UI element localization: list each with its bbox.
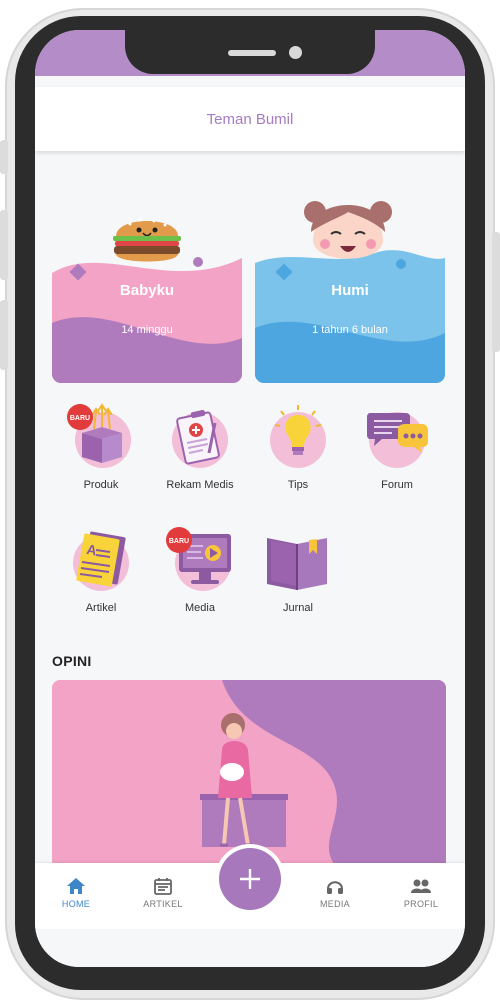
menu-media[interactable]: BARU Media: [150, 526, 250, 614]
menu-label: Forum: [381, 479, 413, 491]
menu-label: Artikel: [85, 602, 117, 614]
nav-label: MEDIA: [319, 899, 350, 909]
home-indicator-area: [35, 929, 465, 967]
book-icon: [267, 538, 327, 590]
home-icon: [67, 878, 85, 894]
lightbulb-icon: [270, 405, 326, 468]
nav-label: ARTIKEL: [143, 899, 183, 909]
section-title-opini: OPINI: [52, 653, 92, 669]
menu-label: Produk: [83, 479, 119, 491]
child-card[interactable]: Humi 1 tahun 6 bulan: [255, 163, 445, 383]
badge-baru: BARU: [169, 538, 189, 545]
menu-produk[interactable]: BARU Produk: [51, 403, 151, 491]
gift-box-icon: BARU: [67, 403, 131, 468]
baby-age: 14 minggu: [121, 324, 173, 336]
baby-card-background: [52, 163, 242, 383]
add-button[interactable]: [219, 848, 281, 910]
menu-forum[interactable]: Forum: [347, 403, 447, 491]
phone-side-button: [0, 140, 8, 174]
front-camera: [289, 46, 302, 59]
nav-label: PROFIL: [403, 899, 439, 909]
people-icon: [411, 879, 431, 893]
app-header: Teman Bumil: [35, 87, 465, 151]
phone-power-button: [492, 232, 500, 352]
girl-face-icon: [304, 201, 392, 259]
badge-baru: BARU: [70, 415, 90, 422]
chat-bubbles-icon: [367, 412, 428, 468]
menu-label: Rekam Medis: [166, 479, 234, 491]
nav-label: HOME: [61, 899, 91, 909]
app-screen: Teman Bumil Babyku 14 minggu Humi 1 tahu…: [35, 30, 465, 967]
nav-home[interactable]: HOME: [46, 877, 106, 909]
menu-tips[interactable]: Tips: [248, 403, 348, 491]
menu-label: Media: [185, 602, 215, 614]
medical-record-icon: [172, 409, 228, 468]
baby-card[interactable]: Babyku 14 minggu: [52, 163, 242, 383]
phone-notch: [125, 30, 375, 74]
calendar-icon: [154, 878, 172, 895]
menu-label: Tips: [287, 479, 309, 491]
child-age: 1 tahun 6 bulan: [312, 324, 388, 336]
monitor-play-icon: BARU: [166, 527, 231, 591]
baby-name: Babyku: [119, 282, 175, 299]
menu-label: Jurnal: [283, 602, 313, 614]
page-title: Teman Bumil: [206, 110, 294, 128]
newspaper-icon: A: [73, 531, 129, 591]
phone-volume-up: [0, 210, 8, 280]
menu-jurnal[interactable]: Jurnal: [248, 526, 348, 614]
nav-profil[interactable]: PROFIL: [391, 877, 451, 909]
speaker-grille: [228, 50, 276, 56]
menu-rekam-medis[interactable]: Rekam Medis: [150, 403, 250, 491]
headphones-icon: [327, 881, 343, 894]
nav-media[interactable]: MEDIA: [305, 877, 365, 909]
child-name: Humi: [331, 282, 369, 299]
nav-artikel[interactable]: ARTIKEL: [133, 877, 193, 909]
menu-artikel[interactable]: A Artikel: [51, 526, 151, 614]
burger-icon: [113, 218, 181, 262]
plus-icon: [240, 869, 260, 889]
phone-volume-down: [0, 300, 8, 370]
